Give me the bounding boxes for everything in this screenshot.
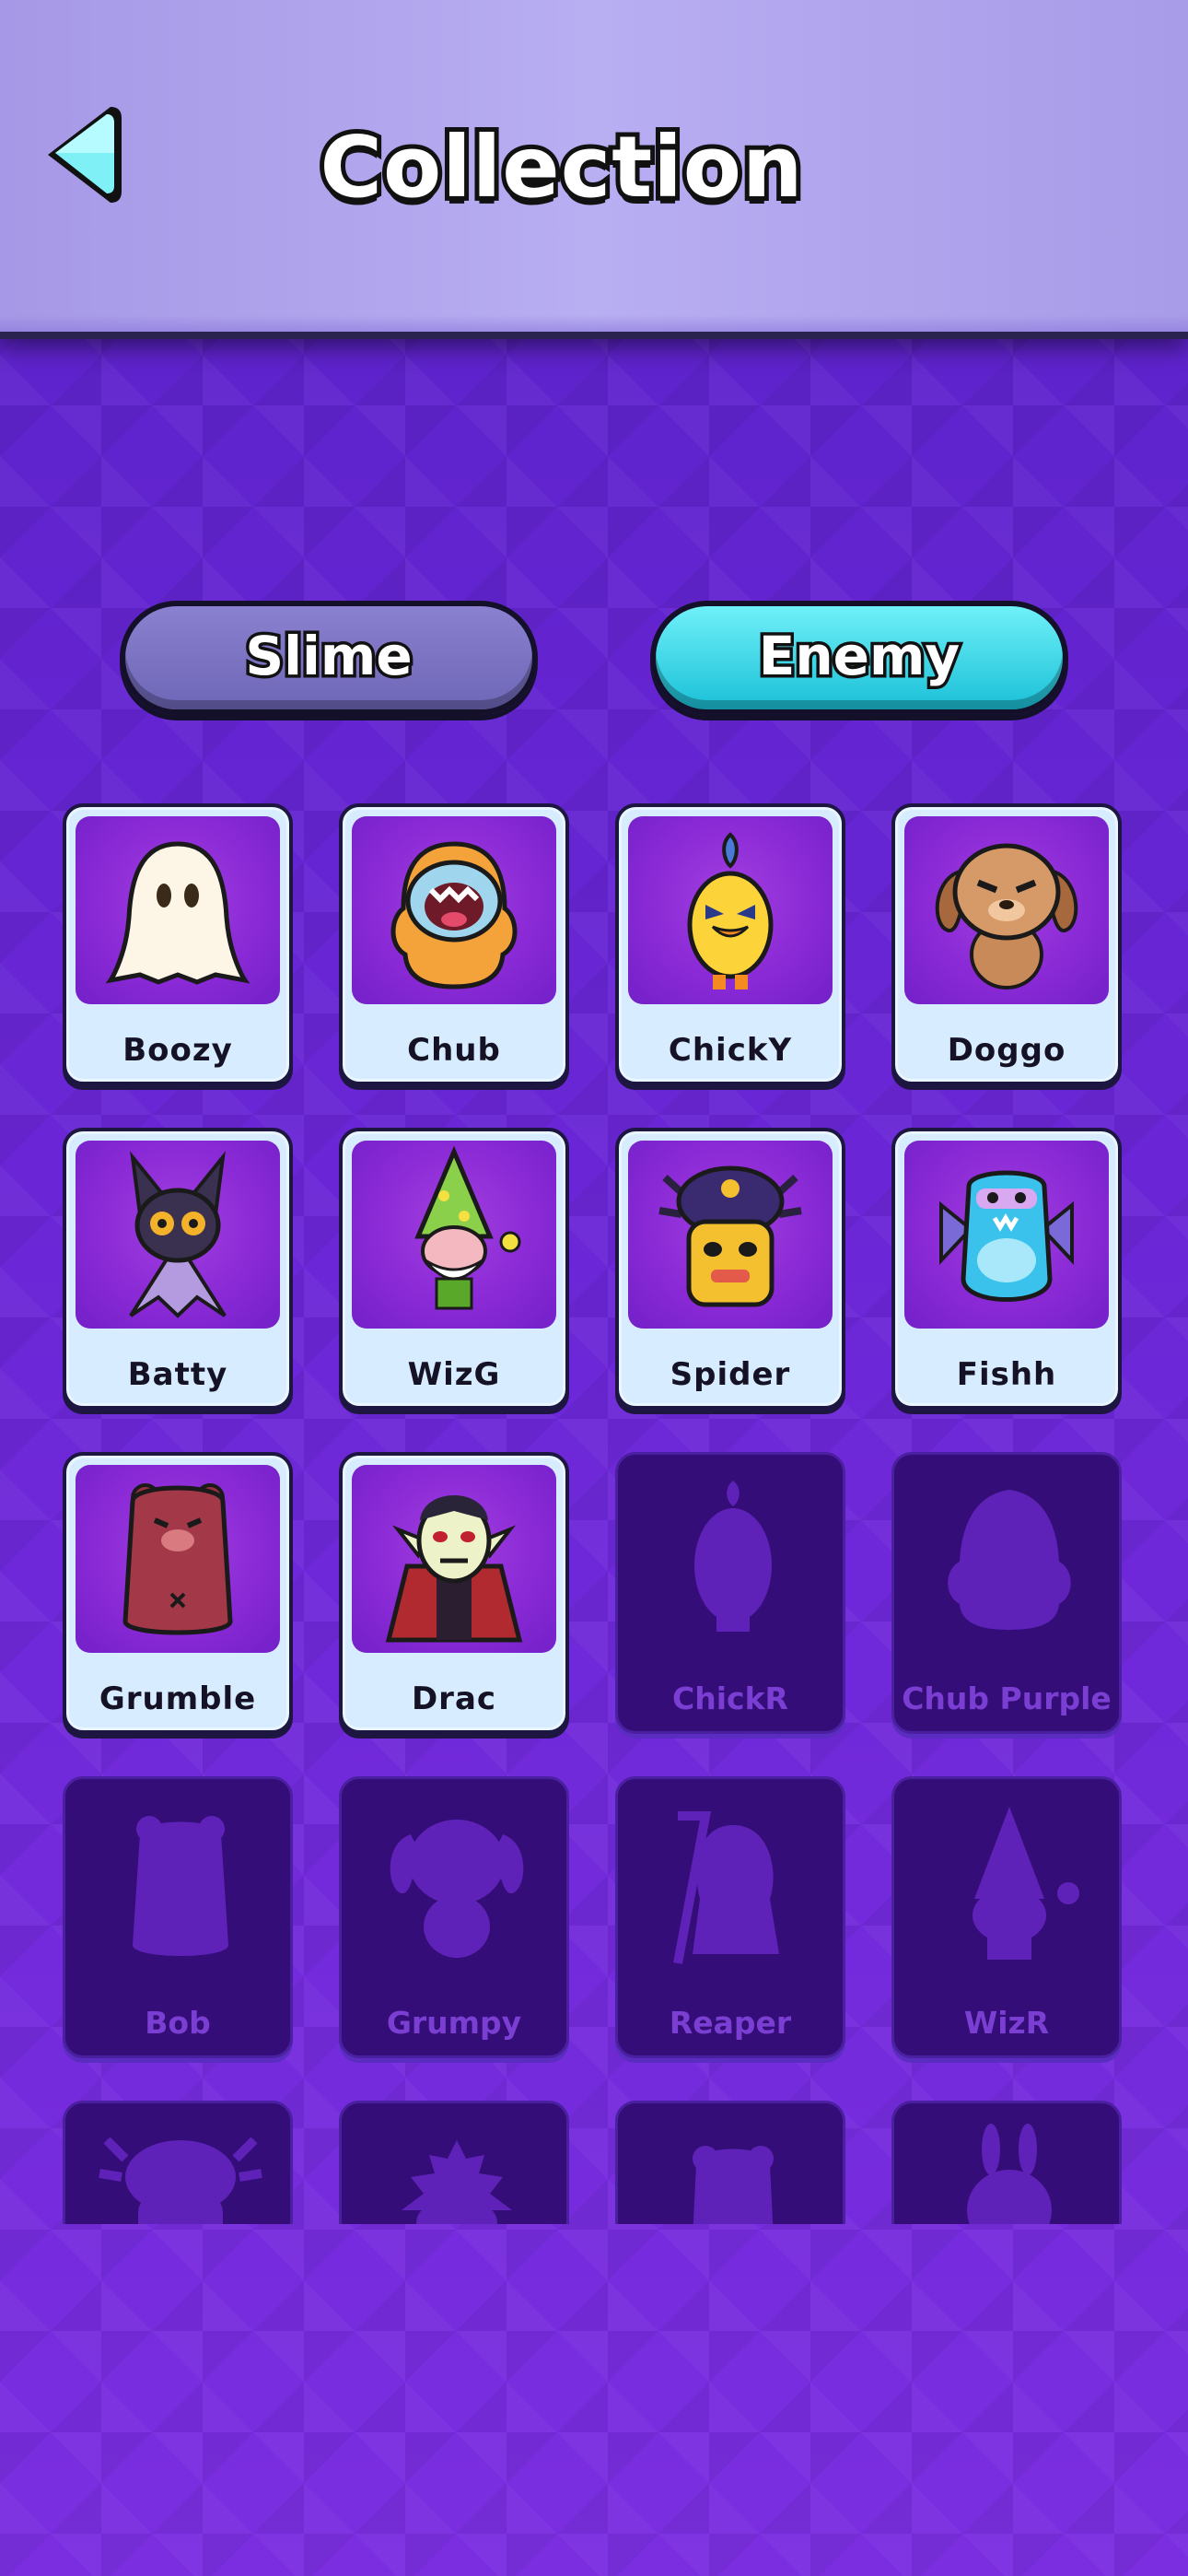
card-batty[interactable]: Batty bbox=[63, 1128, 293, 1410]
bunny-silhouette-icon bbox=[967, 2124, 1052, 2224]
bear-icon bbox=[122, 1483, 233, 1635]
card-name: Boozy bbox=[122, 1032, 233, 1069]
card-name: Reaper bbox=[669, 2005, 792, 2041]
blob-silhouette-icon bbox=[693, 2146, 774, 2224]
card-name: Grumpy bbox=[386, 2005, 522, 2041]
portrait bbox=[628, 816, 833, 1004]
card-doggo[interactable]: Doggo bbox=[891, 803, 1122, 1085]
tab-slime[interactable]: Slime bbox=[120, 601, 538, 715]
card-locked[interactable] bbox=[339, 2101, 569, 2224]
card-name: WizG bbox=[407, 1356, 501, 1393]
card-reaper[interactable]: Reaper bbox=[615, 1776, 845, 2058]
wizard-gnome-icon bbox=[414, 1145, 521, 1310]
chick-silhouette-icon bbox=[694, 1481, 772, 1632]
page-title: Collection bbox=[316, 113, 808, 221]
card-name: ChickY bbox=[668, 1032, 793, 1069]
card-name: Chub bbox=[407, 1032, 501, 1069]
card-locked[interactable] bbox=[891, 2101, 1122, 2224]
card-locked[interactable] bbox=[615, 2101, 845, 2224]
reaper-silhouette-icon bbox=[673, 1811, 779, 1964]
card-name: Fishh bbox=[956, 1356, 1057, 1393]
vampire-icon bbox=[385, 1495, 523, 1643]
card-fishh[interactable]: Fishh bbox=[891, 1128, 1122, 1410]
card-grumble[interactable]: Grumble bbox=[63, 1452, 293, 1734]
portrait bbox=[904, 816, 1109, 1004]
blue-fish-icon bbox=[939, 1170, 1074, 1302]
yellow-chick-icon bbox=[687, 832, 774, 989]
plant-silhouette-icon bbox=[402, 2140, 512, 2224]
portrait bbox=[352, 1141, 556, 1329]
wizard-silhouette-icon bbox=[973, 1807, 1079, 1960]
card-name: WizR bbox=[963, 2005, 1050, 2041]
tab-slime-label: Slime bbox=[242, 622, 415, 691]
bear-silhouette-icon bbox=[133, 1816, 228, 1956]
card-locked[interactable] bbox=[63, 2101, 293, 2224]
card-spider[interactable]: Spider bbox=[615, 1128, 845, 1410]
dog-icon bbox=[935, 843, 1078, 989]
tab-enemy[interactable]: Enemy bbox=[650, 601, 1068, 715]
card-chub-purple[interactable]: Chub Purple bbox=[891, 1452, 1122, 1734]
tab-enemy-label: Enemy bbox=[755, 622, 962, 691]
card-chicky[interactable]: ChickY bbox=[615, 803, 845, 1085]
card-name: Batty bbox=[127, 1356, 228, 1393]
card-chickr[interactable]: ChickR bbox=[615, 1452, 845, 1734]
portrait bbox=[76, 1141, 280, 1329]
card-name: Grumble bbox=[99, 1680, 257, 1717]
card-grumpy[interactable]: Grumpy bbox=[339, 1776, 569, 2058]
card-name: Bob bbox=[145, 2005, 211, 2041]
bat-icon bbox=[129, 1151, 227, 1318]
card-chub[interactable]: Chub bbox=[339, 803, 569, 1085]
ghost-icon bbox=[105, 841, 250, 985]
dog-silhouette-icon bbox=[390, 1820, 524, 1958]
orange-chub-icon bbox=[390, 841, 518, 989]
portrait bbox=[352, 816, 556, 1004]
card-drac[interactable]: Drac bbox=[339, 1452, 569, 1734]
card-boozy[interactable]: Boozy bbox=[63, 803, 293, 1085]
portrait bbox=[76, 816, 280, 1004]
card-name: Chub Purple bbox=[902, 1680, 1112, 1716]
spider-silhouette-icon bbox=[99, 2137, 262, 2224]
card-name: Spider bbox=[670, 1356, 791, 1393]
card-name: Drac bbox=[411, 1680, 497, 1717]
portrait bbox=[76, 1465, 280, 1653]
collection-grid: Boozy Chub ChickY Doggo Batty WizG Spide… bbox=[0, 792, 1188, 2224]
card-name: Doggo bbox=[947, 1032, 1066, 1069]
chub-silhouette-icon bbox=[948, 1490, 1071, 1630]
spider-mask-icon bbox=[658, 1165, 802, 1307]
card-wizg[interactable]: WizG bbox=[339, 1128, 569, 1410]
header-bar: Collection bbox=[0, 0, 1188, 339]
portrait bbox=[352, 1465, 556, 1653]
card-name: ChickR bbox=[672, 1680, 788, 1716]
portrait bbox=[904, 1141, 1109, 1329]
card-bob[interactable]: Bob bbox=[63, 1776, 293, 2058]
portrait bbox=[628, 1141, 833, 1329]
card-wizr[interactable]: WizR bbox=[891, 1776, 1122, 2058]
